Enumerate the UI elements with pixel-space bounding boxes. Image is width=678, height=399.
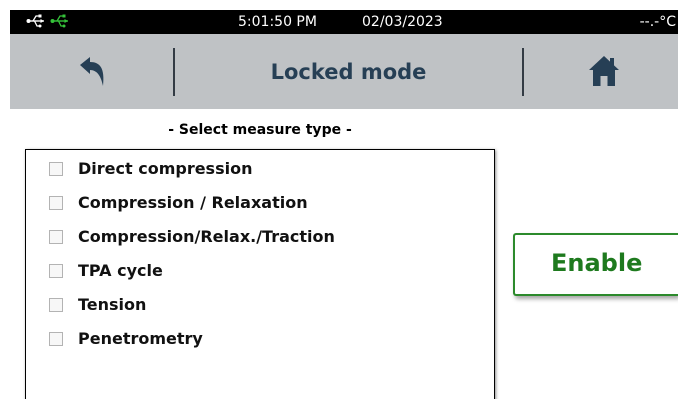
section-title: - Select measure type - — [168, 122, 352, 138]
list-item-compression-relaxation[interactable]: Compression / Relaxation — [26, 189, 494, 219]
header-divider-right — [522, 48, 524, 96]
list-item-compression-relax-traction[interactable]: Compression/Relax./Traction — [26, 223, 494, 253]
page-title: Locked mode — [270, 60, 427, 84]
status-bar: 5:01:50 PM 02/03/2023 --.-°C — [10, 10, 678, 34]
checkbox[interactable] — [49, 196, 63, 210]
enable-button-label: Enable — [551, 249, 643, 277]
checkbox[interactable] — [49, 162, 63, 176]
checkbox[interactable] — [49, 230, 63, 244]
list-item-label: Compression / Relaxation — [78, 193, 308, 212]
list-item-tension[interactable]: Tension — [26, 291, 494, 321]
checkbox[interactable] — [49, 298, 63, 312]
measure-type-list: Direct compression Compression / Relaxat… — [25, 149, 495, 399]
list-item-tpa-cycle[interactable]: TPA cycle — [26, 257, 494, 287]
status-temperature: --.-°C — [639, 14, 676, 30]
usb-icon — [26, 12, 46, 30]
usb-connected-icon — [50, 12, 70, 30]
screen: 5:01:50 PM 02/03/2023 --.-°C Locked mode… — [0, 0, 678, 399]
status-time: 5:01:50 PM — [238, 14, 317, 30]
list-item-label: TPA cycle — [78, 261, 163, 280]
list-item-label: Penetrometry — [78, 329, 203, 348]
status-date: 02/03/2023 — [362, 14, 443, 30]
list-item-penetrometry[interactable]: Penetrometry — [26, 325, 494, 355]
list-item-direct-compression[interactable]: Direct compression — [26, 155, 494, 185]
list-item-label: Compression/Relax./Traction — [78, 227, 335, 246]
list-item-label: Direct compression — [78, 159, 253, 178]
home-icon — [589, 56, 619, 86]
back-button[interactable] — [66, 52, 122, 92]
header-bar: Locked mode — [10, 34, 678, 109]
enable-button[interactable]: Enable — [513, 233, 678, 296]
home-button[interactable] — [574, 50, 634, 94]
back-arrow-icon — [80, 57, 104, 86]
checkbox[interactable] — [49, 264, 63, 278]
list-item-label: Tension — [78, 295, 147, 314]
checkbox[interactable] — [49, 332, 63, 346]
